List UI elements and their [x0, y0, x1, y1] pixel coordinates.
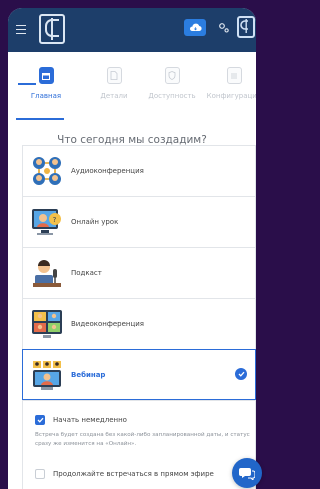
- step-label: Доступность: [148, 92, 196, 100]
- svg-text:?: ?: [53, 216, 57, 224]
- start-now-checkbox[interactable]: [35, 415, 45, 425]
- option-label: Онлайн урок: [71, 218, 119, 226]
- step-details[interactable]: Детали: [84, 67, 144, 100]
- keep-live-checkbox[interactable]: [35, 469, 45, 479]
- calendar-icon: [38, 67, 54, 84]
- option-label: Вебинар: [71, 370, 106, 379]
- start-settings: Начать немедленно Встреча будет создана …: [22, 400, 256, 489]
- step-label: Детали: [100, 92, 128, 100]
- webinar-icon: [33, 360, 61, 390]
- wizard-stepper: Главная Детали Доступность Конфигурации: [8, 67, 256, 117]
- step-home[interactable]: Главная: [16, 67, 76, 100]
- option-label: Подкаст: [71, 269, 102, 277]
- app-logo-icon[interactable]: [39, 14, 65, 44]
- podcast-icon: [33, 260, 61, 287]
- keep-live-row[interactable]: Продолжайте встречаться в прямом эфире: [35, 469, 214, 479]
- hamburger-icon[interactable]: [16, 25, 26, 34]
- option-label: Аудиоконференция: [71, 167, 144, 175]
- step-progress: [16, 118, 64, 120]
- start-now-note: Встреча будет создана без какой-либо зап…: [35, 432, 250, 447]
- option-label: Видеоконференция: [71, 320, 145, 328]
- step-label: Главная: [30, 92, 62, 100]
- start-now-label: Начать немедленно: [53, 416, 127, 424]
- chat-button[interactable]: [232, 458, 262, 488]
- option-audio-conference[interactable]: Аудиоконференция: [22, 145, 256, 196]
- user-logo-icon[interactable]: [237, 16, 255, 38]
- start-now-row[interactable]: Начать немедленно: [35, 415, 127, 425]
- cloud-icon[interactable]: [184, 19, 206, 36]
- option-video-conference[interactable]: Видеоконференция: [22, 298, 256, 349]
- audio-conference-icon: [33, 157, 61, 185]
- option-podcast[interactable]: Подкаст: [22, 247, 256, 298]
- keep-live-label: Продолжайте встречаться в прямом эфире: [53, 470, 214, 478]
- online-lesson-icon: ?: [32, 209, 61, 235]
- meeting-type-list: Аудиоконференция ? Онлайн урок Подкаст В…: [22, 145, 256, 400]
- shield-icon: [164, 67, 180, 84]
- step-config[interactable]: Конфигурации: [204, 67, 256, 100]
- step-access[interactable]: Доступность: [142, 67, 202, 100]
- option-webinar[interactable]: Вебинар: [22, 349, 256, 400]
- gear-icon[interactable]: [218, 22, 230, 34]
- check-icon: [235, 368, 247, 380]
- document-icon: [106, 67, 122, 84]
- chat-icon: [239, 468, 255, 480]
- top-bar: [8, 8, 256, 52]
- list-icon: [226, 67, 242, 84]
- option-online-lesson[interactable]: ? Онлайн урок: [22, 196, 256, 247]
- video-conference-icon: [32, 310, 62, 338]
- step-label: Конфигурации: [206, 92, 256, 100]
